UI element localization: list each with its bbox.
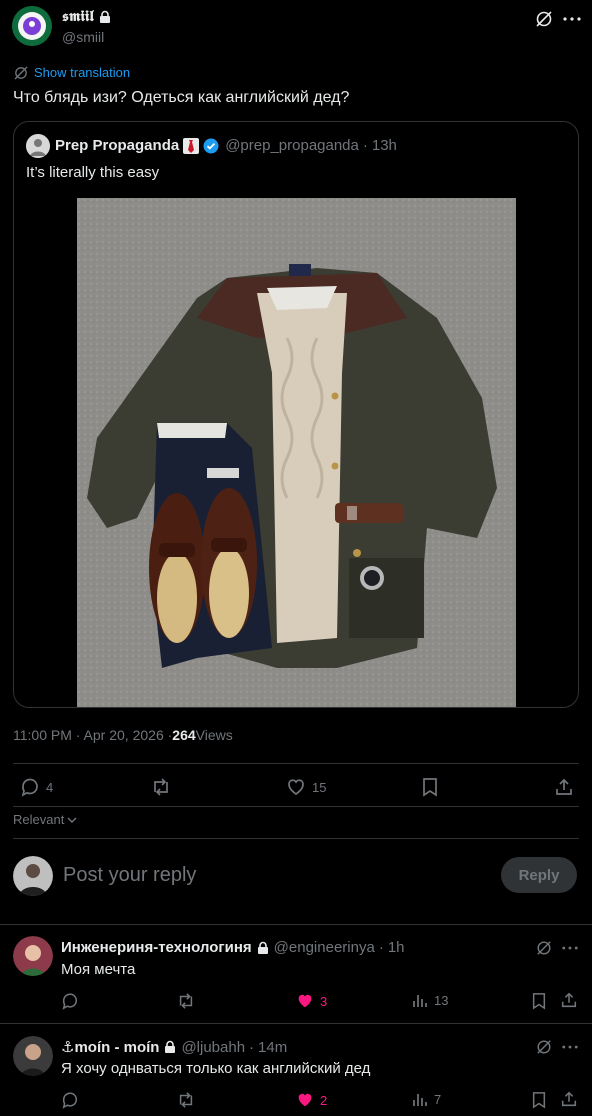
translate-icon xyxy=(14,66,28,80)
reply-text: Я хочу однваться только как английский д… xyxy=(61,1060,371,1077)
reply-author-name[interactable]: ⚓moín - moín xyxy=(61,1038,159,1056)
my-avatar[interactable] xyxy=(13,856,53,896)
more-options-icon[interactable] xyxy=(561,9,583,29)
quoted-author-handle: @prep_propaganda xyxy=(225,137,359,154)
reply-author-handle[interactable]: @ljubahh xyxy=(181,1039,245,1056)
verified-badge-icon xyxy=(203,138,219,154)
tie-icon xyxy=(183,137,200,154)
analytics-icon xyxy=(412,992,428,1008)
lock-icon xyxy=(98,10,112,24)
author-handle[interactable]: @smiil xyxy=(62,29,104,45)
like-count: 15 xyxy=(312,779,327,795)
like-count: 3 xyxy=(320,993,328,1009)
post-timestamp[interactable]: 11:00 PM · Apr 20, 2026 · xyxy=(13,727,172,743)
separator-dot: · xyxy=(362,137,368,154)
like-action[interactable]: 15 xyxy=(286,777,326,797)
grok-icon[interactable] xyxy=(534,9,554,29)
share-icon[interactable] xyxy=(560,1090,578,1108)
reply-time[interactable]: 14m xyxy=(258,1039,287,1056)
repost-icon xyxy=(176,1091,196,1109)
reply-button[interactable]: Reply xyxy=(501,857,577,893)
views-action[interactable]: 13 xyxy=(412,992,448,1008)
analytics-icon xyxy=(412,1091,428,1107)
author-avatar[interactable] xyxy=(12,6,52,46)
repost-action[interactable] xyxy=(176,1091,202,1109)
views-count: 13 xyxy=(434,992,449,1008)
separator-dot: · xyxy=(249,1038,255,1056)
reply-text: Моя мечта xyxy=(61,961,136,978)
more-options-icon[interactable] xyxy=(560,1037,580,1057)
quoted-post-time: 13h xyxy=(371,137,397,154)
quoted-author-name: Prep Propaganda xyxy=(55,137,180,154)
reply-author-handle[interactable]: @engineerinya xyxy=(274,939,375,956)
heart-filled-icon xyxy=(296,992,314,1010)
divider xyxy=(13,763,579,764)
grok-icon[interactable] xyxy=(534,938,554,958)
share-icon[interactable] xyxy=(560,991,578,1009)
like-action[interactable]: 3 xyxy=(296,992,327,1010)
reply-avatar[interactable] xyxy=(13,936,53,976)
quoted-author-avatar xyxy=(26,134,50,158)
quoted-post[interactable]: Prep Propaganda @prep_propaganda · 13h I… xyxy=(13,121,579,708)
lock-icon xyxy=(256,941,270,955)
show-translation-link[interactable]: Show translation xyxy=(34,65,130,80)
heart-icon xyxy=(286,777,306,797)
reply-icon xyxy=(61,992,79,1010)
sort-dropdown[interactable]: Relevant xyxy=(13,812,77,827)
reply-action[interactable] xyxy=(61,992,85,1010)
repost-icon xyxy=(150,777,172,797)
bookmark-icon[interactable] xyxy=(530,1091,548,1109)
reply-time[interactable]: 1h xyxy=(388,939,405,956)
divider xyxy=(0,924,592,925)
divider xyxy=(0,1023,592,1024)
views-count: 7 xyxy=(434,1091,442,1107)
repost-action[interactable] xyxy=(176,992,202,1010)
post-text: Что блядь изи? Одеться как английский де… xyxy=(13,89,350,106)
divider xyxy=(13,806,579,807)
like-action[interactable]: 2 xyxy=(296,1091,327,1109)
repost-action[interactable] xyxy=(150,777,178,797)
separator-dot: · xyxy=(378,939,384,956)
author-name[interactable]: 𝖘𝖒𝖎𝖎𝖑 xyxy=(62,8,94,25)
reply-action[interactable]: 4 xyxy=(20,777,53,797)
like-count: 2 xyxy=(320,1092,328,1108)
share-icon[interactable] xyxy=(554,777,574,797)
outfit-photo[interactable] xyxy=(77,198,516,707)
lock-icon xyxy=(163,1040,177,1054)
bookmark-icon[interactable] xyxy=(420,777,440,797)
views-label: Views xyxy=(195,727,233,743)
reply-count: 4 xyxy=(46,779,54,795)
sort-label: Relevant xyxy=(13,812,65,827)
chevron-down-icon xyxy=(67,816,77,824)
bookmark-icon[interactable] xyxy=(530,992,548,1010)
reply-input[interactable]: Post your reply xyxy=(63,864,196,887)
divider xyxy=(13,838,579,839)
reply-action[interactable] xyxy=(61,1091,85,1109)
views-count: 264 xyxy=(172,727,196,743)
reply-icon xyxy=(20,777,40,797)
grok-icon[interactable] xyxy=(534,1037,554,1057)
views-action[interactable]: 7 xyxy=(412,1091,441,1107)
repost-icon xyxy=(176,992,196,1010)
reply-author-name[interactable]: Инженериня-технологиня xyxy=(61,939,252,956)
reply-icon xyxy=(61,1091,79,1109)
reply-avatar[interactable] xyxy=(13,1036,53,1076)
quoted-post-text: It’s literally this easy xyxy=(26,164,160,181)
heart-filled-icon xyxy=(296,1091,314,1109)
more-options-icon[interactable] xyxy=(560,938,580,958)
